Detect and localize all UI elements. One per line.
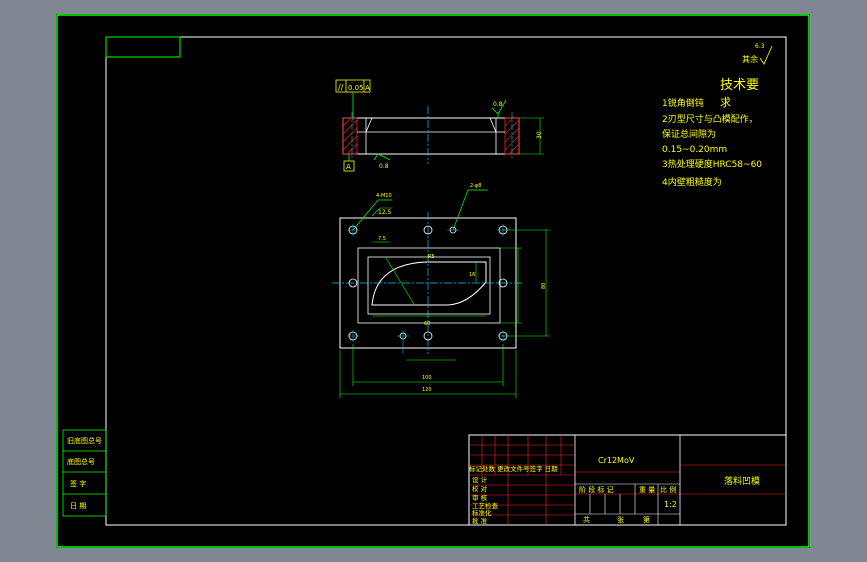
hatch-left	[342, 117, 358, 155]
dim-height-outer: 80	[541, 283, 547, 289]
dim-width-mid: 100	[422, 375, 432, 381]
tech-item-2: 2刃型尺寸与凸模配作，	[662, 113, 758, 125]
tech-item-5: 3热处理硬度HRC58~60	[662, 158, 762, 170]
gdt-datum: A	[365, 84, 370, 92]
gdt-symbol: //	[338, 83, 344, 92]
title-block: 标记处数 更改文件号签字 日期 设 计 校 对 审 核 工艺检查 标准化 批 准…	[468, 434, 787, 526]
datum-label: A	[346, 163, 351, 171]
tech-item-1: 1锐角倒钝	[662, 97, 704, 109]
dim-width-outer: 120	[422, 387, 432, 393]
left-strip-row: 签 字	[70, 479, 86, 488]
tech-requirements: 6.3 其余 技术要 求 1锐角倒钝 2刃型尺寸与凸模配作， 保证总间隙为 0.…	[662, 43, 773, 188]
scale-value: 1:2	[664, 500, 677, 509]
part-name: 落料凹模	[724, 475, 760, 487]
title-left-row: 审 核	[472, 493, 488, 502]
outer-frame	[56, 14, 810, 548]
title-left-row: 批 准	[472, 516, 488, 525]
left-strip-row: 日 期	[70, 502, 86, 510]
plan-view: 4-M10 12.5 2-φ8 7.5 R5 16 60 100 120 80	[332, 183, 550, 398]
dim-height-inner: 16	[469, 272, 475, 278]
dim-small: 7.5	[378, 236, 386, 242]
tech-title-cont: 求	[720, 96, 731, 109]
die-profile	[371, 261, 487, 306]
inner-border	[105, 36, 787, 526]
tech-title: 技术要	[720, 78, 759, 93]
roughness-top-value: 6.3	[755, 43, 765, 50]
title-left-row: 校 对	[472, 484, 488, 493]
tech-item-6: 4内壁粗糙度为	[662, 176, 722, 188]
code-box	[105, 36, 181, 58]
tech-item-4: 0.15~0.20mm	[662, 145, 727, 155]
roughness-right: 0.8	[493, 101, 503, 108]
cad-drawing: // 0.05 A A 0.8 0.8 30 4-M10 12.5 2-φ8 7…	[56, 14, 810, 548]
roughness-bottom: 0.8	[379, 163, 389, 170]
hole-dim: 12.5	[378, 209, 392, 216]
sheet-num: 第	[643, 515, 650, 524]
left-strip-row: 旧底图总号	[67, 436, 102, 445]
dim-radius: R5	[428, 254, 435, 260]
title-header-row: 标记处数 更改文件号签字 日期	[469, 464, 558, 473]
left-strip: 旧底图总号 底图总号 签 字 日 期	[62, 429, 107, 517]
gdt-value: 0.05	[348, 84, 364, 92]
title-left-row: 设 计	[472, 475, 488, 484]
left-strip-row: 底图总号	[67, 457, 95, 466]
stage-label: 阶 段 标 记	[579, 485, 614, 494]
sheet-total: 共	[583, 515, 590, 524]
sheet-unit: 张	[617, 515, 624, 524]
pin-note: 2-φ8	[470, 183, 481, 189]
tech-item-3: 保证总间隙为	[662, 128, 716, 140]
title-left-row: 标准化	[472, 508, 492, 517]
roughness-rest-label: 其余	[742, 54, 758, 64]
weight-label: 重 量	[639, 486, 655, 494]
dim-width-inner: 60	[424, 321, 430, 327]
hole-note: 4-M10	[376, 193, 392, 199]
height-dim: 30	[536, 131, 543, 139]
drawing-viewport[interactable]: // 0.05 A A 0.8 0.8 30 4-M10 12.5 2-φ8 7…	[56, 14, 810, 548]
scale-label: 比 例	[660, 485, 676, 494]
material: Cr12MoV	[598, 456, 635, 465]
section-view: // 0.05 A A 0.8 0.8 30	[335, 79, 544, 172]
